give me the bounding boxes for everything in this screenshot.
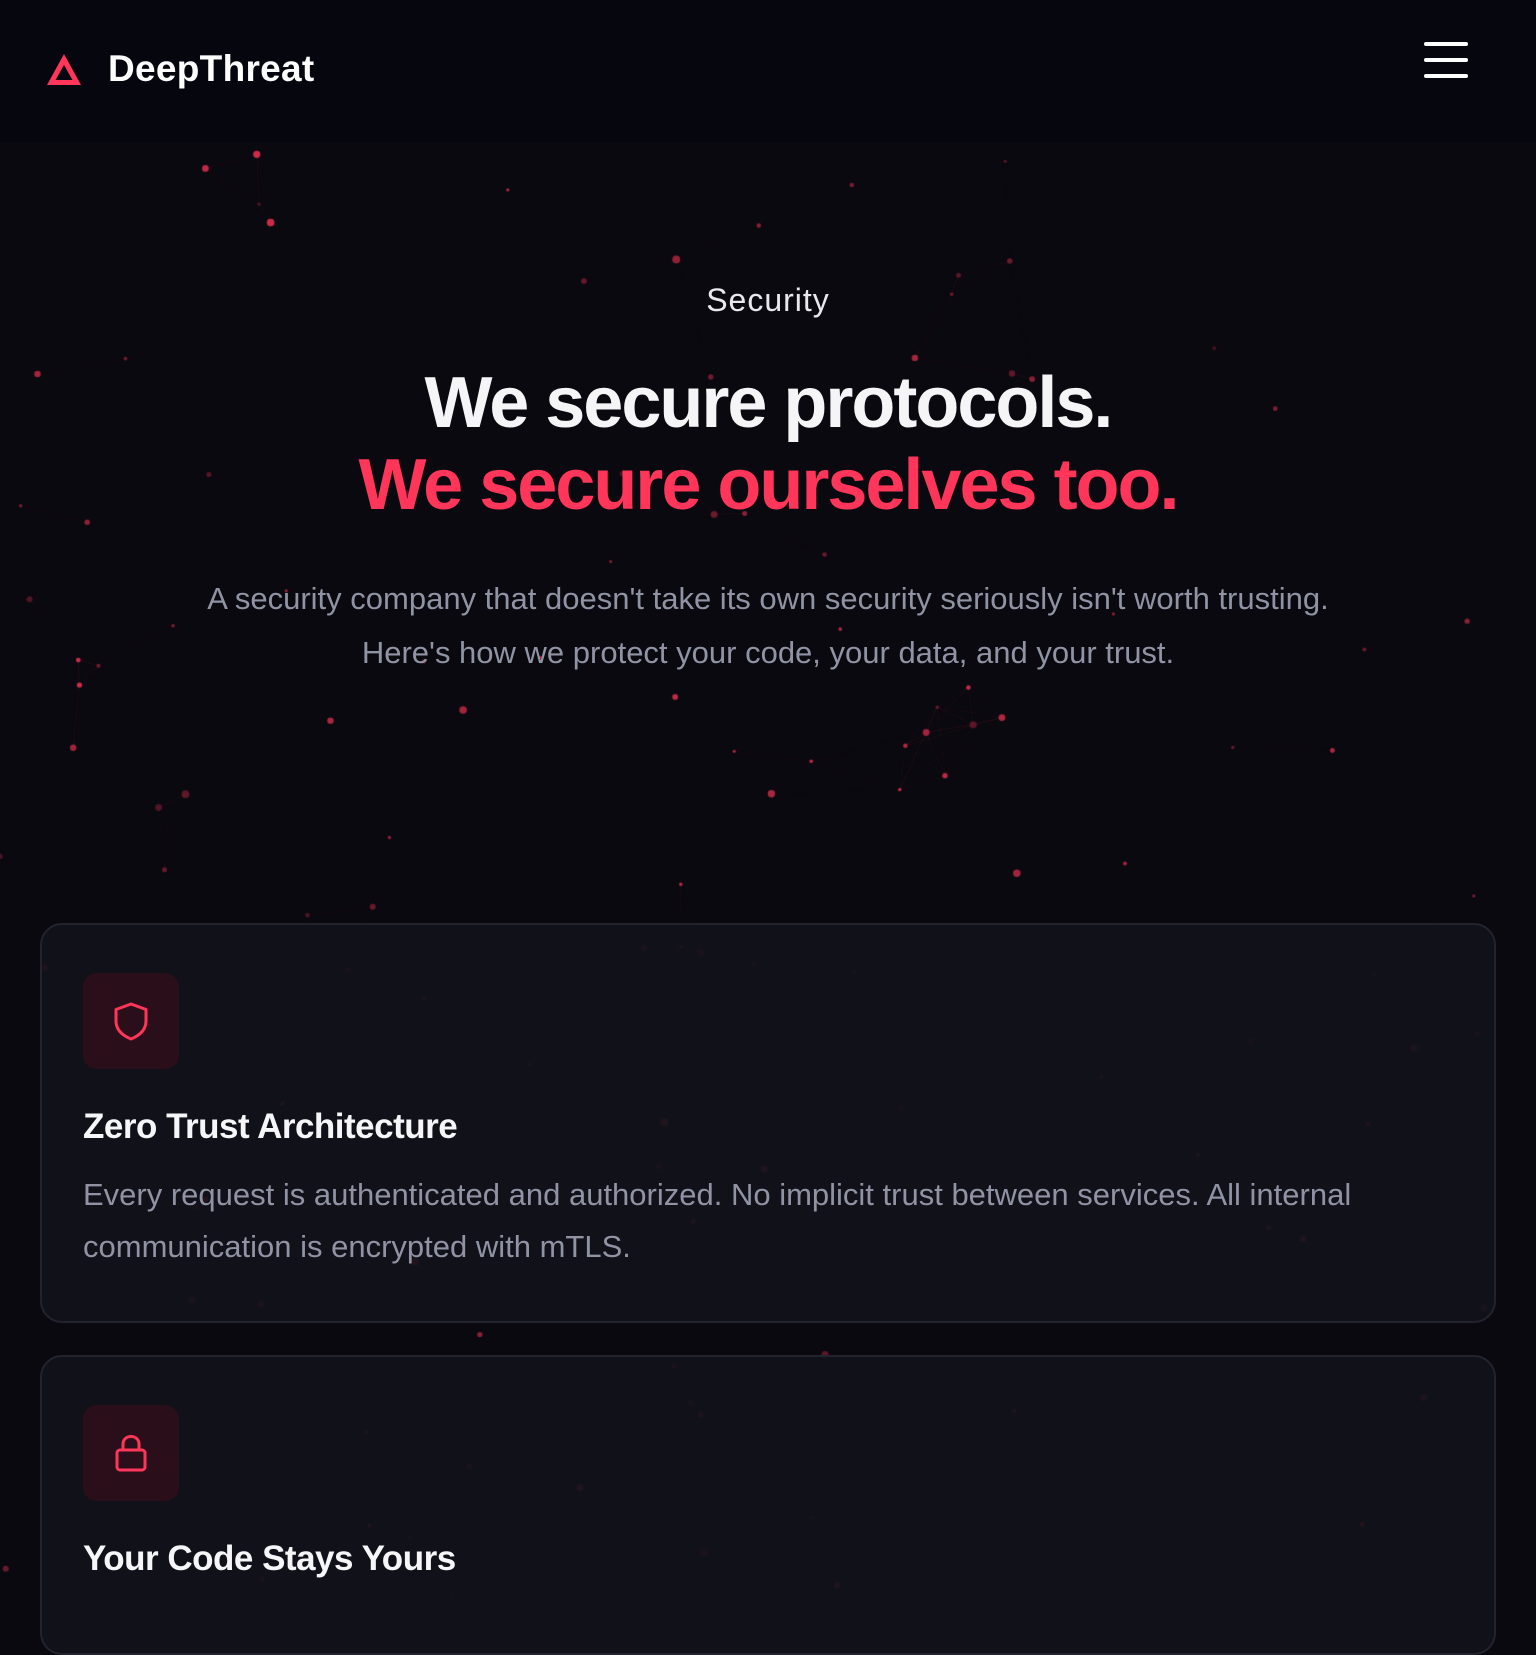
card-description: Every request is authenticated and autho… bbox=[83, 1177, 1352, 1264]
brand-name: DeepThreat bbox=[108, 48, 315, 89]
card-title: Your Code Stays Yours bbox=[83, 1539, 456, 1578]
hamburger-menu-icon[interactable] bbox=[1420, 38, 1472, 84]
headline-line-1: We secure protocols. bbox=[424, 363, 1114, 443]
shield-icon bbox=[83, 973, 179, 1069]
section-eyebrow: Security bbox=[706, 282, 830, 318]
page-headline: We secure protocols. We secure ourselves… bbox=[0, 362, 1536, 526]
triangle-logo-icon bbox=[47, 54, 81, 85]
top-navigation-bar: DeepThreat bbox=[0, 0, 1536, 142]
brand-logo-link[interactable]: DeepThreat bbox=[44, 48, 315, 90]
card-title: Zero Trust Architecture bbox=[83, 1107, 458, 1146]
lock-icon bbox=[83, 1405, 179, 1501]
headline-line-2-accent: We secure ourselves too. bbox=[358, 445, 1179, 525]
feature-card-zero-trust: Zero Trust Architecture Every request is… bbox=[40, 923, 1496, 1323]
hero-description: A security company that doesn't take its… bbox=[207, 581, 1329, 670]
feature-card-code-stays-yours: Your Code Stays Yours bbox=[40, 1355, 1496, 1655]
